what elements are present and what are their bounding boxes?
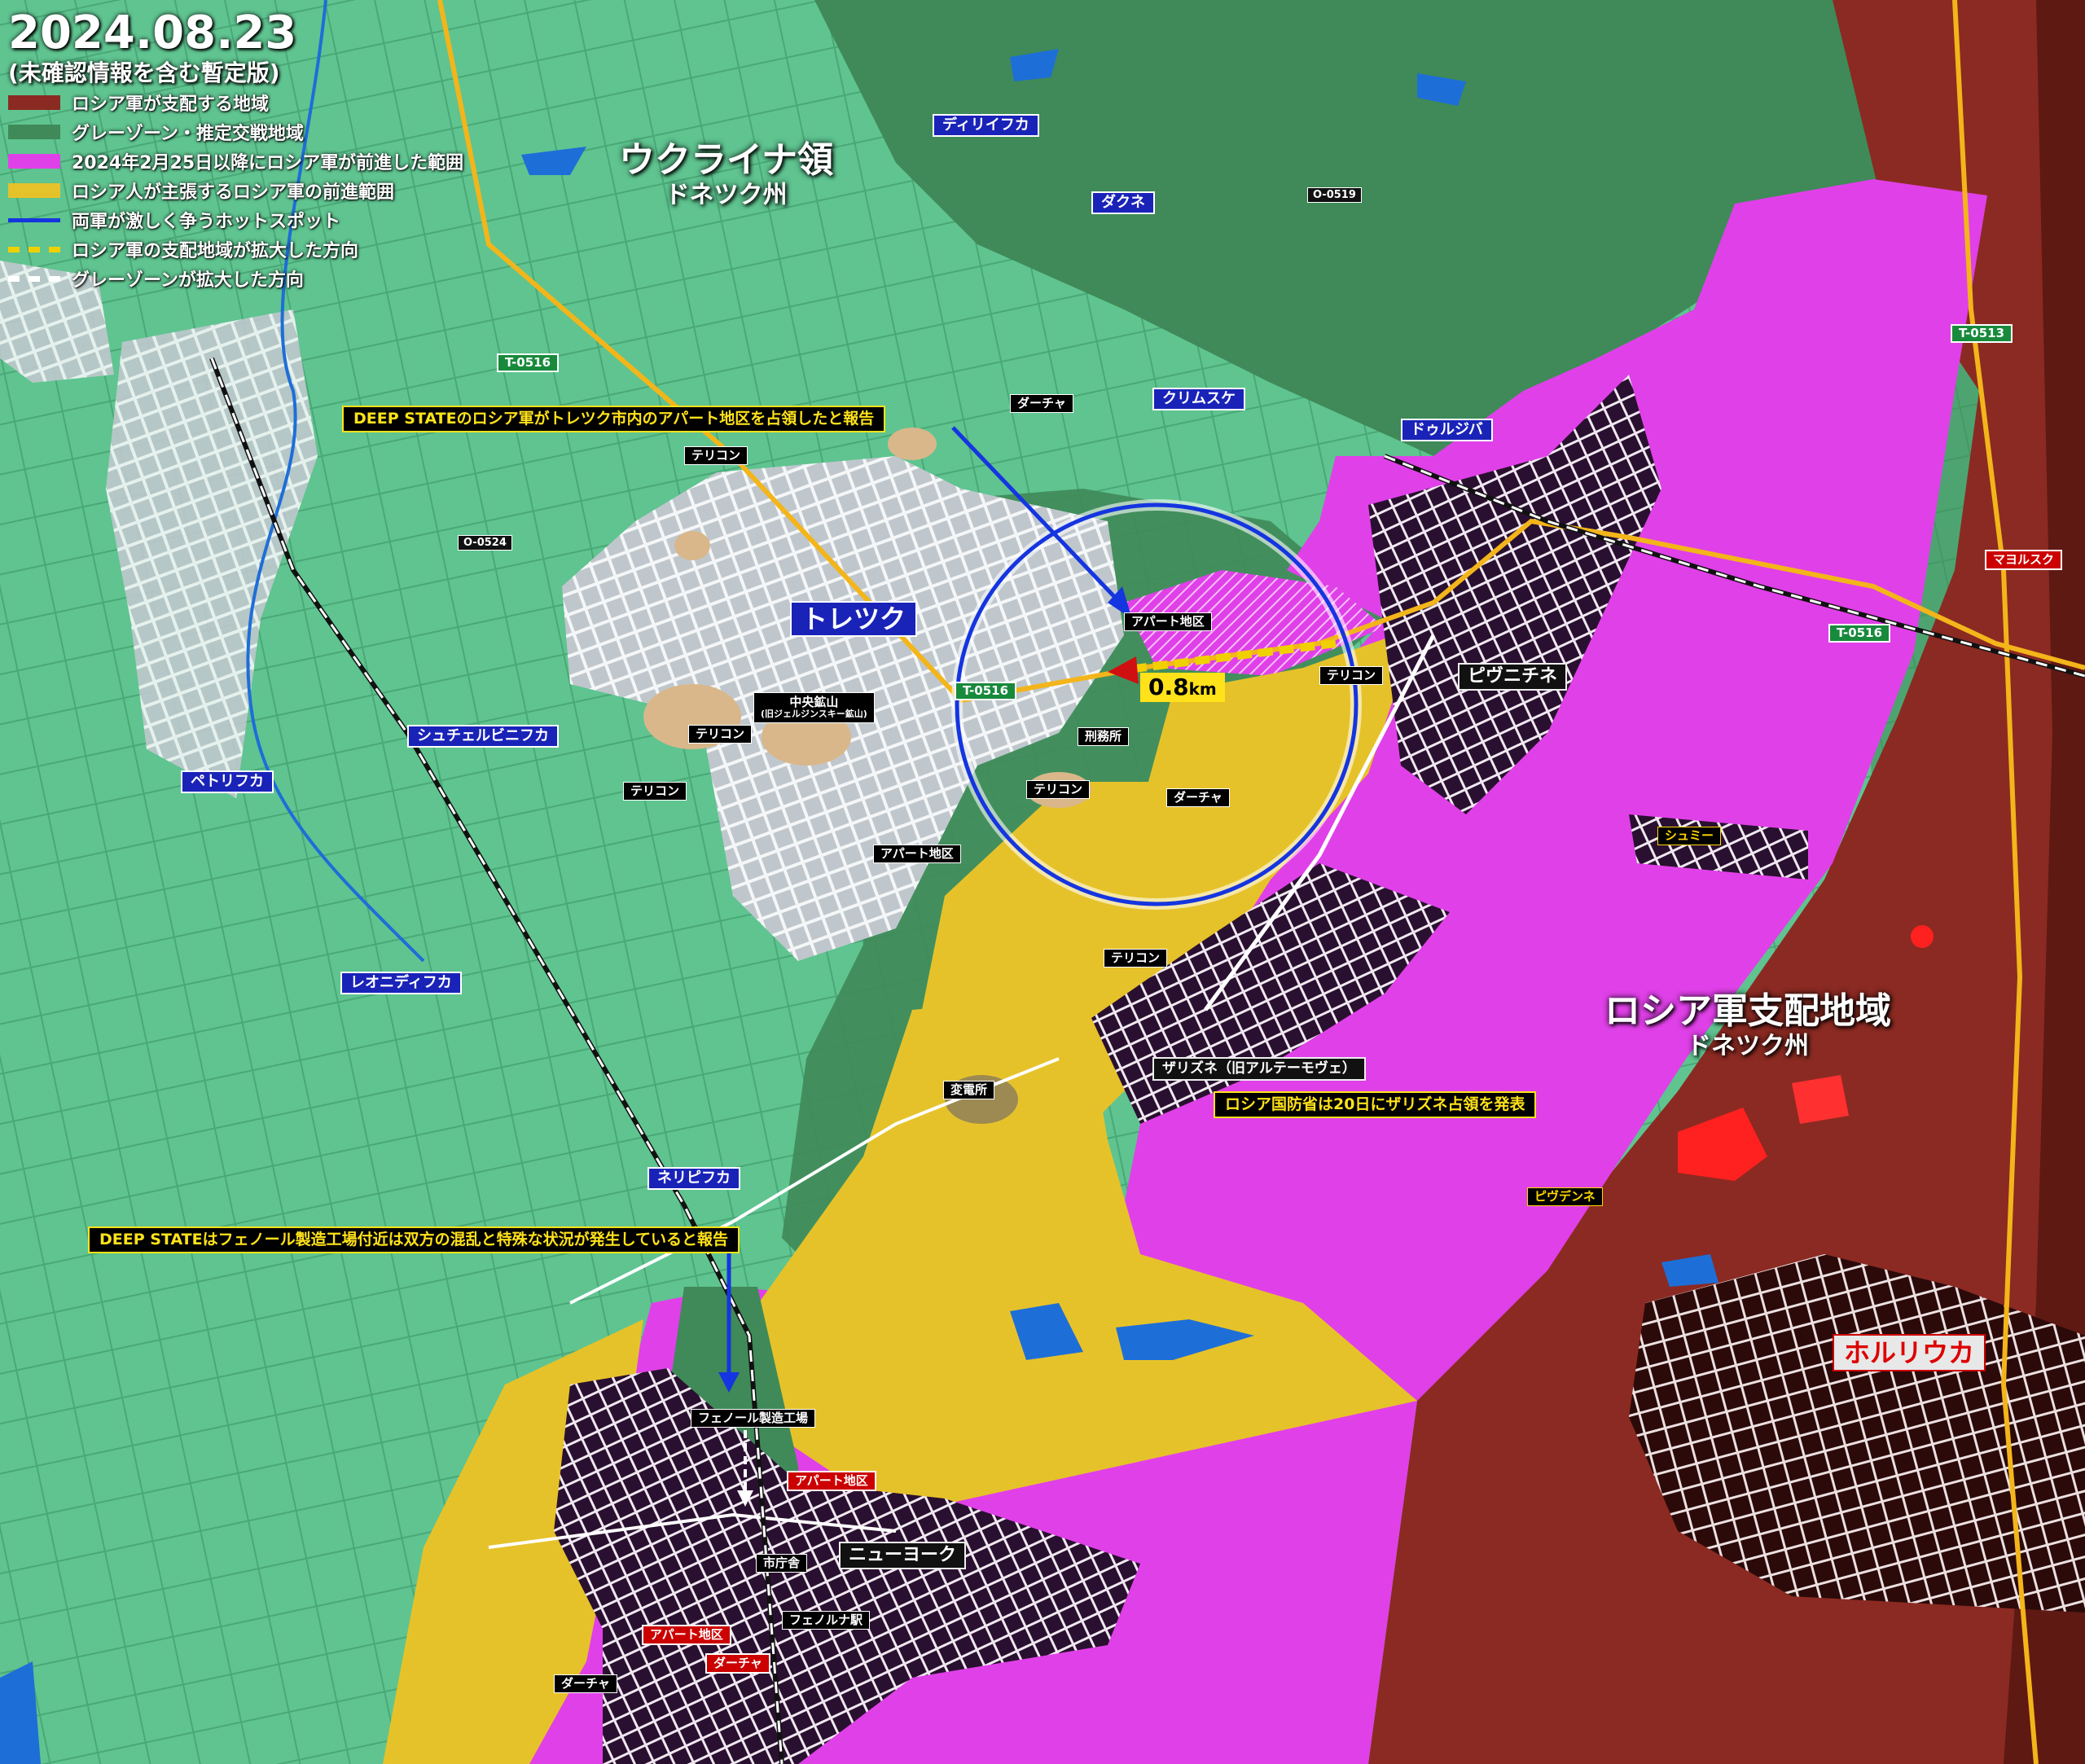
map-date: 2024.08.23: [8, 7, 297, 59]
road-label-t0516: T-0516: [955, 682, 1017, 700]
legend-item-claimed-advance: ロシア人が主張するロシア軍の前進範囲: [8, 176, 463, 205]
label-apartments: アパート地区: [642, 1625, 731, 1645]
legend-label: 両軍が激しく争うホットスポット: [72, 212, 341, 232]
place-dachne: ダクネ: [1091, 191, 1155, 214]
label-city-hall: 市庁舎: [756, 1554, 808, 1573]
callout-toretsk-apartments: DEEP STATEのロシア軍がトレツク市内のアパート地区を占領したと報告: [342, 406, 886, 432]
region-title: ウクライナ領: [619, 139, 834, 181]
label-substation: 変電所: [943, 1081, 995, 1099]
label-terikon: テリコン: [623, 782, 687, 801]
label-prison: 刑務所: [1078, 727, 1130, 746]
label-dacha: ダーチャ: [1166, 788, 1230, 807]
place-newyork: ニューヨーク: [839, 1542, 967, 1569]
place-krymske: クリムスケ: [1152, 388, 1245, 410]
label-terikon: テリコン: [1319, 666, 1384, 685]
legend-item-grey-expansion-arrow: グレーゾーンが拡大した方向: [8, 264, 463, 293]
label-central-mine-name: 中央鉱山: [789, 695, 839, 709]
place-petrivka: ペトリフカ: [181, 770, 274, 793]
callout-zalizne: ロシア国防省は20日にザリズネ占領を発表: [1214, 1091, 1537, 1118]
region-subtitle: ドネツク州: [665, 181, 788, 209]
label-terikon: テリコン: [1104, 949, 1168, 968]
legend-label: グレーゾーン・推定交戦地域: [72, 124, 304, 144]
label-apartments: アパート地区: [1124, 612, 1212, 631]
place-mayorsk: マヨルスク: [1985, 550, 2063, 570]
arrow-left-icon: [8, 275, 60, 282]
road-label-t0516: T-0516: [1828, 624, 1891, 643]
terikon-heap: [674, 531, 710, 560]
place-pivnichne: ピヴニチネ: [1458, 663, 1568, 691]
region-ukraine: ウクライナ領 ドネツク州: [619, 143, 833, 208]
place-shumy: シュミー: [1657, 827, 1722, 845]
legend-label: 2024年2月25日以降にロシア軍が前進した範囲: [72, 153, 464, 173]
legend-item-russia-controlled: ロシア軍が支配する地域: [8, 88, 463, 117]
label-phenolna-station: フェノルナ駅: [782, 1611, 871, 1630]
map-subtitle: (未確認情報を含む暫定版): [8, 59, 280, 86]
legend-swatch: [8, 154, 60, 169]
arrow-left-icon: [8, 246, 60, 252]
legend-swatch: [8, 95, 60, 110]
region-subtitle: ドネツク州: [1687, 1032, 1809, 1060]
label-apartments: アパート地区: [787, 1471, 876, 1491]
place-druzhba: ドゥルジバ: [1401, 419, 1493, 441]
label-phenol-plant: フェノール製造工場: [691, 1409, 816, 1428]
place-shcherbynivka: シュチェルビニフカ: [407, 725, 559, 748]
legend-line: [8, 217, 60, 222]
legend-label: グレーゾーンが拡大した方向: [72, 270, 304, 291]
terikon-heap: [888, 428, 937, 460]
road-label-t0516: T-0516: [497, 353, 560, 372]
place-leonidivka: レオニディフカ: [340, 972, 462, 994]
legend-item-advance-since-feb: 2024年2月25日以降にロシア軍が前進した範囲: [8, 147, 463, 176]
legend-item-grey-zone: グレーゾーン・推定交戦地域: [8, 117, 463, 147]
label-terikon: テリコン: [688, 725, 753, 744]
label-central-mine: 中央鉱山 (旧ジェルジンスキー鉱山): [753, 692, 875, 723]
fire-hotspot: [1911, 925, 1934, 948]
place-dyliivka: ディリイフカ: [933, 114, 1039, 137]
callout-phenol-plant: DEEP STATEはフェノール製造工場付近は双方の混乱と特殊な状況が発生してい…: [88, 1226, 740, 1253]
place-pivdenne: ピヴデンネ: [1527, 1187, 1603, 1206]
place-zalizne: ザリズネ（旧アルテーモヴェ）: [1152, 1057, 1366, 1081]
label-dacha: ダーチャ: [554, 1674, 617, 1693]
label-dacha: ダーチャ: [705, 1653, 770, 1674]
road-label-o0519: O-0519: [1307, 187, 1362, 203]
road-label-t0513: T-0513: [1951, 324, 2013, 343]
legend-item-hotspot: 両軍が激しく争うホットスポット: [8, 205, 463, 235]
legend-swatch: [8, 183, 60, 198]
map-legend: 2024.08.23 (未確認情報を含む暫定版) ロシア軍が支配する地域 グレー…: [8, 8, 463, 293]
fire-hotspot: [1792, 1075, 1849, 1124]
legend-swatch: [8, 125, 60, 139]
place-toretsk: トレツク: [790, 601, 918, 637]
label-terikon: テリコン: [1026, 780, 1091, 799]
distance-label: 0.8km: [1140, 673, 1225, 702]
distance-unit: km: [1188, 679, 1217, 699]
region-title: ロシア軍支配地域: [1604, 990, 1891, 1032]
region-russia: ロシア軍支配地域 ドネツク州: [1604, 994, 1891, 1059]
label-central-mine-sub: (旧ジェルジンスキー鉱山): [761, 709, 867, 720]
label-apartments: アパート地区: [873, 845, 961, 863]
legend-item-russian-expansion-arrow: ロシア軍の支配地域が拡大した方向: [8, 235, 463, 264]
legend-label: ロシア人が主張するロシア軍の前進範囲: [72, 182, 395, 203]
place-nelipivka: ネリピフカ: [647, 1167, 740, 1190]
legend-label: ロシア軍が支配する地域: [72, 94, 270, 115]
legend-label: ロシア軍の支配地域が拡大した方向: [72, 241, 359, 261]
label-terikon: テリコン: [684, 446, 748, 465]
label-dacha: ダーチャ: [1010, 394, 1073, 413]
distance-value: 0.8: [1148, 674, 1189, 700]
place-horlivka: ホルリウカ: [1833, 1334, 1986, 1371]
road-label-o0524: O-0524: [458, 535, 512, 551]
